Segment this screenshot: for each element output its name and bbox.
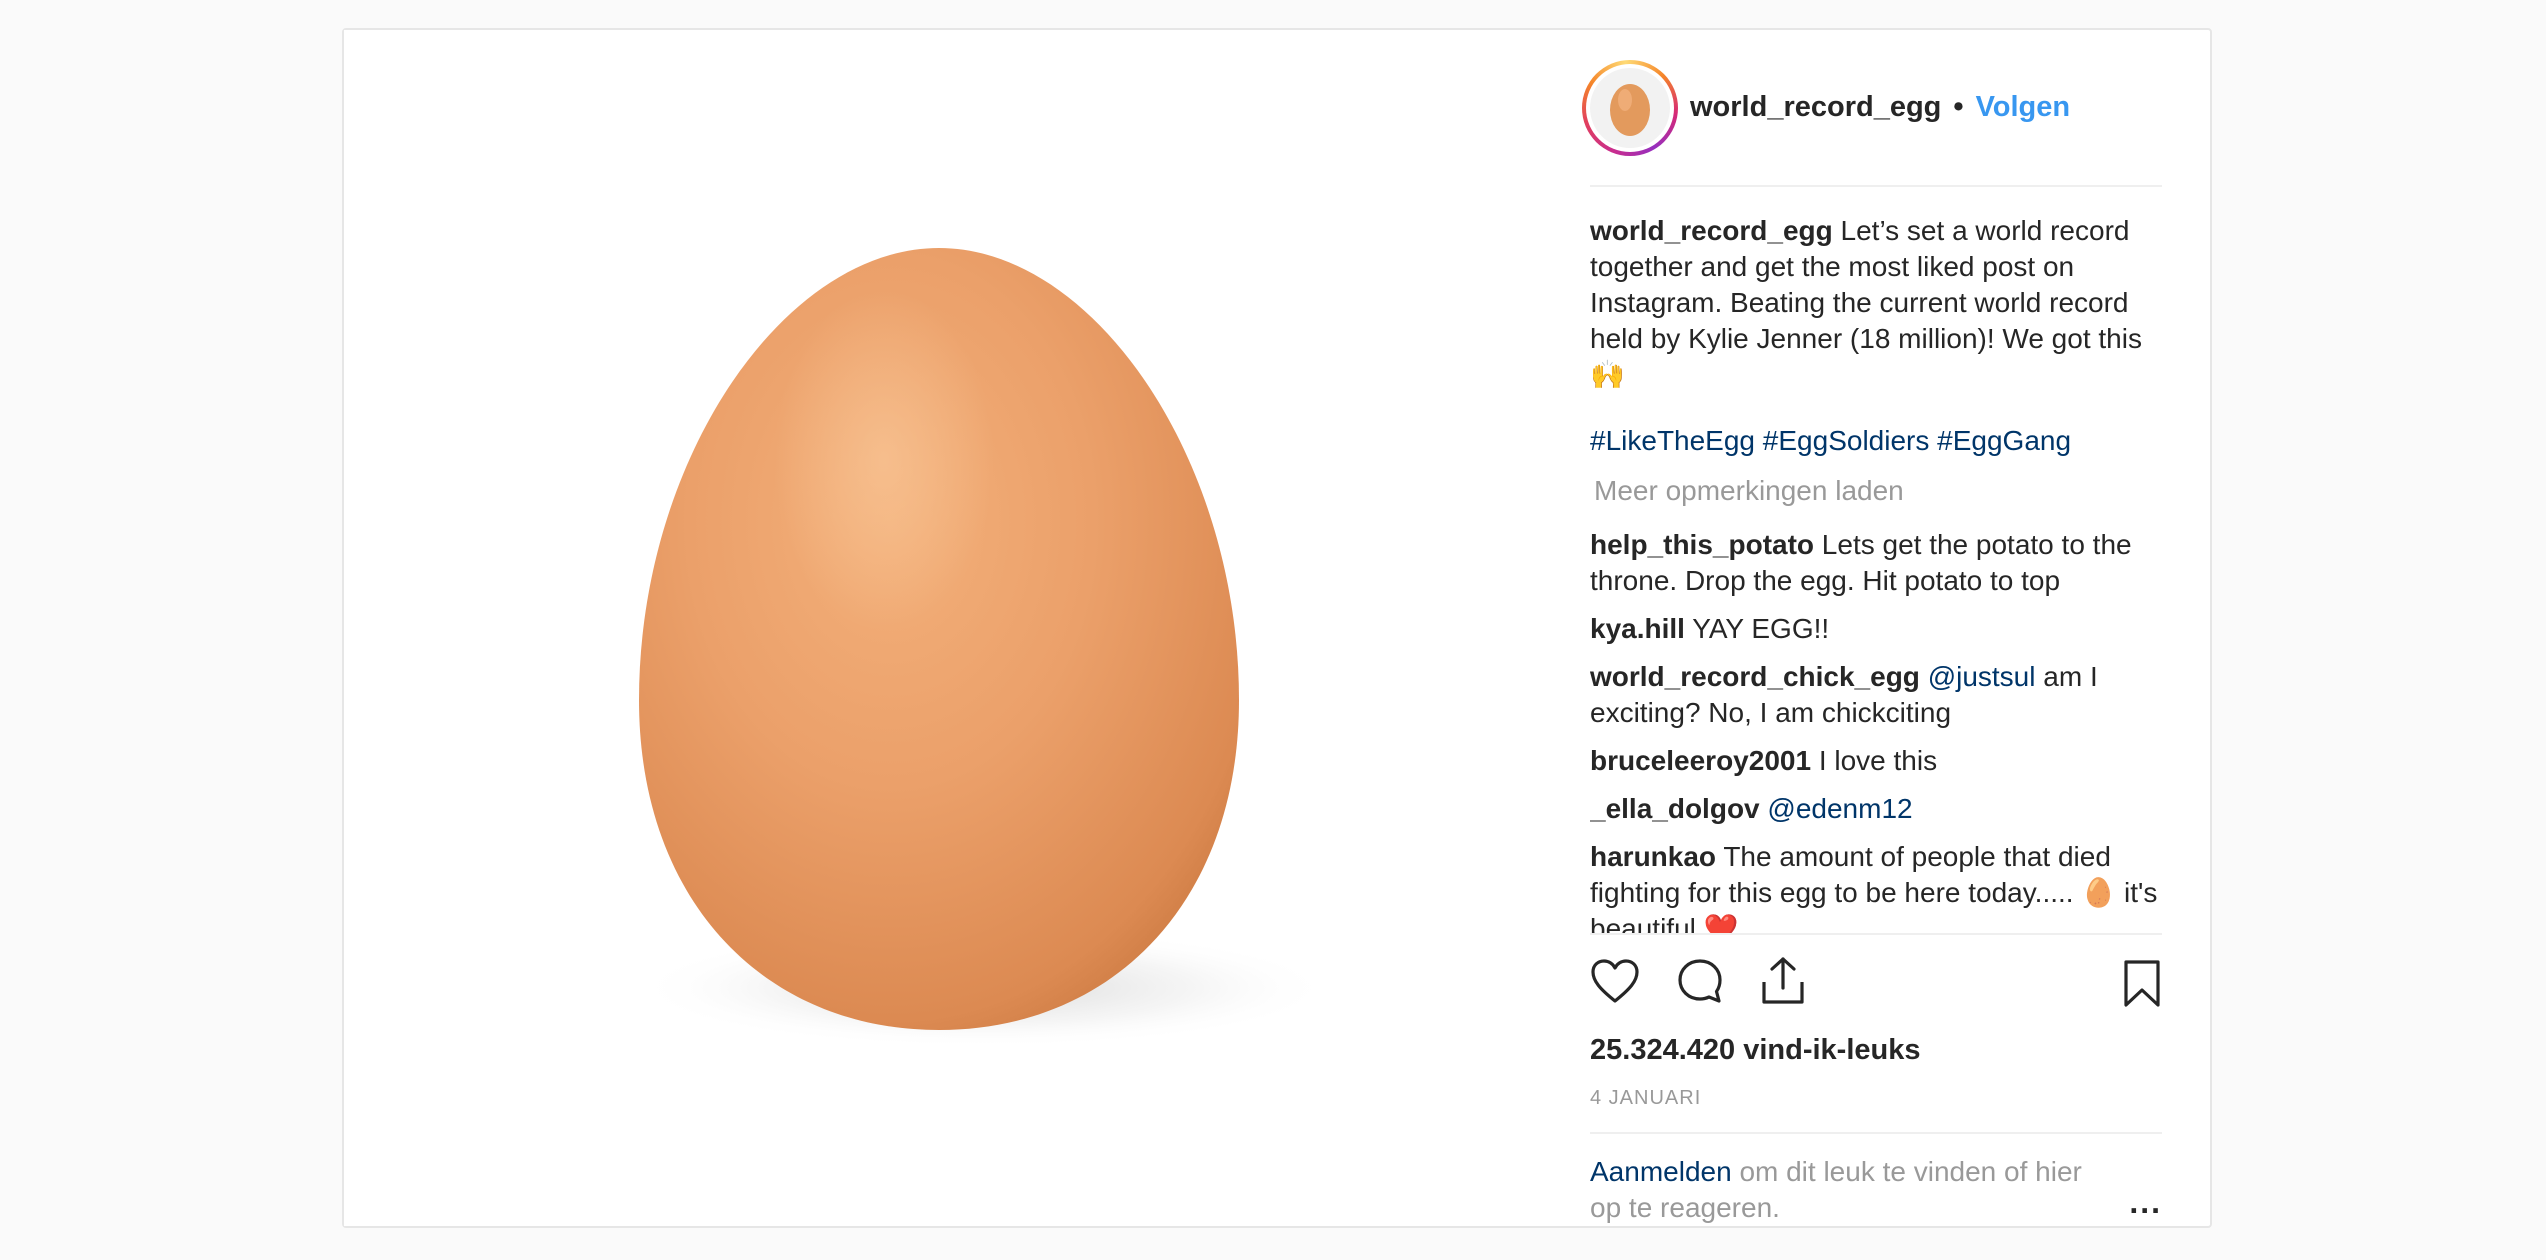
comment-item: harunkao The amount of people that died …: [1590, 839, 2162, 933]
caption-username[interactable]: world_record_egg: [1590, 215, 1833, 246]
login-link[interactable]: Aanmelden: [1590, 1156, 1732, 1187]
comment-username[interactable]: _ella_dolgov: [1590, 793, 1760, 824]
comment-username[interactable]: kya.hill: [1590, 613, 1685, 644]
comment-mention[interactable]: @justsul: [1928, 661, 2036, 692]
login-prompt: Aanmelden om dit leuk te vinden of hier …: [1590, 1132, 2162, 1226]
post-caption: world_record_egg Let’s set a world recor…: [1590, 213, 2162, 393]
instagram-post: world_record_egg • Volgen world_record_e…: [342, 28, 2212, 1228]
hashtag-link[interactable]: #EggGang: [1937, 425, 2071, 456]
action-bar: [1590, 932, 2162, 1028]
comment-item: bruceleeroy2001 I love this: [1590, 743, 2162, 779]
more-options-icon[interactable]: ...: [2129, 1184, 2162, 1220]
hashtag-link[interactable]: #LikeTheEgg: [1590, 425, 1755, 456]
bookmark-icon[interactable]: [2122, 959, 2162, 1014]
avatar-story-ring[interactable]: [1582, 59, 1678, 156]
caption-hashtags: #LikeTheEgg #EggSoldiers #EggGang: [1590, 423, 2162, 459]
egg-photo: [634, 248, 1334, 1048]
follow-button[interactable]: Volgen: [1976, 91, 2071, 124]
comment-icon[interactable]: [1676, 957, 1724, 1005]
post-date: 4 JANUARI: [1590, 1087, 1702, 1109]
header-username[interactable]: world_record_egg: [1690, 91, 1941, 124]
comment-username[interactable]: world_record_chick_egg: [1590, 661, 1920, 692]
comment-text: YAY EGG!!: [1692, 613, 1830, 645]
comment-text: I love this: [1818, 745, 1938, 777]
avatar-border: [1586, 63, 1674, 152]
comment-username[interactable]: bruceleeroy2001: [1590, 745, 1811, 776]
post-sidebar: world_record_egg • Volgen world_record_e…: [1544, 30, 2210, 1226]
avatar: [1590, 67, 1670, 148]
comment-item: world_record_chick_egg @justsul am I exc…: [1590, 659, 2162, 731]
comment-item: kya.hill YAY EGG!!: [1590, 611, 2162, 647]
share-icon[interactable]: [1760, 956, 1806, 1006]
comment-username[interactable]: help_this_potato: [1590, 529, 1814, 560]
egg-avatar-icon: [1610, 83, 1650, 136]
hashtag-link[interactable]: #EggSoldiers: [1763, 425, 1930, 456]
likes-count[interactable]: 25.324.420 vind-ik-leuks: [1590, 1034, 2162, 1067]
post-image[interactable]: [344, 30, 1544, 1226]
post-header: world_record_egg • Volgen: [1582, 30, 2162, 188]
comment-username[interactable]: harunkao: [1590, 841, 1716, 872]
header-separator: •: [1953, 91, 1964, 124]
heart-icon[interactable]: [1590, 958, 1640, 1004]
comment-mention[interactable]: @edenm12: [1767, 793, 1912, 824]
comments-section[interactable]: world_record_egg Let’s set a world recor…: [1590, 187, 2162, 933]
comment-item: help_this_potato Lets get the potato to …: [1590, 527, 2162, 599]
load-more-comments-button[interactable]: Meer opmerkingen laden: [1594, 473, 2162, 509]
comment-item: _ella_dolgov @edenm12: [1590, 791, 2162, 827]
